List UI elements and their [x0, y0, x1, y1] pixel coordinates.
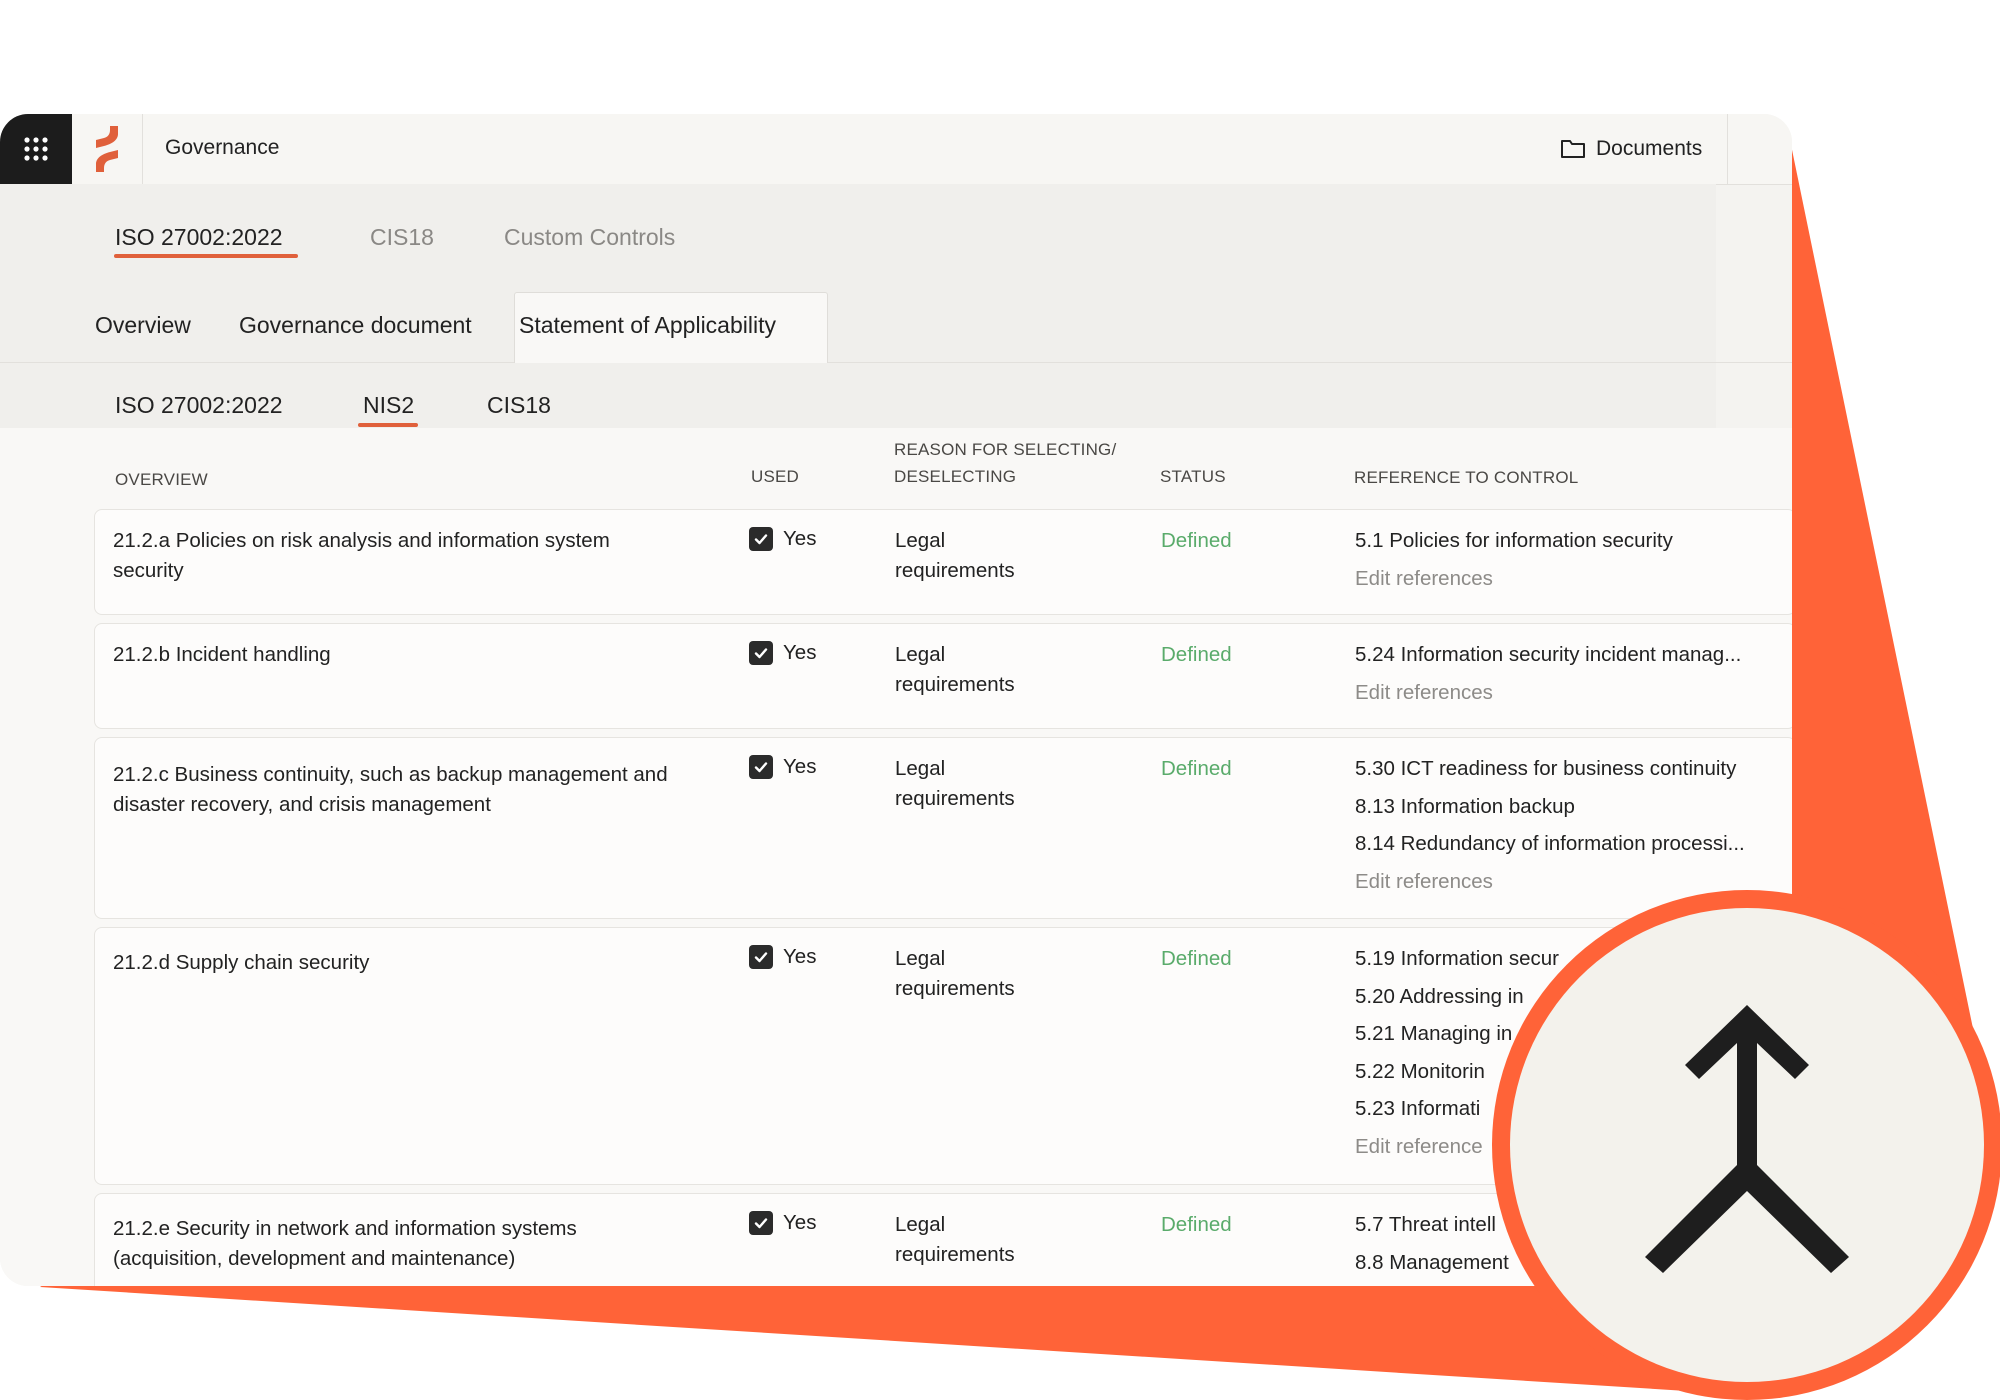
tab-statement-of-applicability[interactable]: Statement of Applicability [519, 312, 776, 339]
brand-logo-icon [96, 126, 118, 172]
used-label: Yes [783, 755, 817, 778]
row-used: Yes [749, 524, 816, 554]
brand-logo[interactable] [72, 114, 143, 184]
column-header-used: USED [751, 467, 800, 486]
column-header-reference: REFERENCE TO CONTROL [1354, 468, 1579, 487]
checkmark-icon [754, 762, 768, 773]
checkbox[interactable] [749, 641, 773, 665]
checkbox[interactable] [749, 945, 773, 969]
reference-link[interactable]: 5.30 ICT readiness for business continui… [1355, 754, 1775, 792]
active-tab-underline [114, 254, 298, 258]
reference-link[interactable]: 8.14 Redundancy of information processi.… [1355, 829, 1775, 867]
app-title: Governance [165, 136, 280, 159]
row-reason: Legal requirements [895, 529, 1015, 582]
checkmark-icon [754, 952, 768, 963]
row-overview: 21.2.b Incident handling [113, 643, 331, 666]
column-header-reason-line2: DESELECTING [894, 467, 1017, 486]
topbar-divider [1727, 114, 1728, 184]
column-header-reason: REASON FOR SELECTING/ DESELECTING [894, 436, 1116, 490]
row-used: Yes [749, 942, 816, 972]
row-references: 5.1 Policies for information security Ed… [1355, 526, 1775, 601]
top-bar: Governance Documents [0, 114, 1792, 185]
checkmark-icon [754, 534, 768, 545]
app-launcher-button[interactable] [0, 114, 72, 184]
tab-framework-iso[interactable]: ISO 27002:2022 [115, 224, 283, 251]
row-reason: Legal requirements [895, 1213, 1015, 1266]
row-reason: Legal requirements [895, 757, 1015, 810]
tab-framework-custom[interactable]: Custom Controls [504, 224, 675, 251]
row-overview: 21.2.e Security in network and informati… [113, 1217, 577, 1270]
tab-framework-cis18[interactable]: CIS18 [370, 224, 434, 251]
row-used: Yes [749, 752, 816, 782]
row-references: 5.24 Information security incident manag… [1355, 640, 1775, 715]
merge-arrow-icon [1645, 1005, 1849, 1273]
row-overview: 21.2.a Policies on risk analysis and inf… [113, 529, 610, 582]
reference-link[interactable]: 5.24 Information security incident manag… [1355, 640, 1775, 678]
active-soa-tab-underline [358, 423, 418, 427]
used-label: Yes [783, 945, 817, 968]
row-status: Defined [1161, 1213, 1232, 1236]
table-row[interactable]: 21.2.b Incident handling Yes Legal requi… [94, 623, 1792, 729]
section-tabs-baseline [0, 362, 1792, 363]
merge-badge [1510, 908, 1984, 1382]
row-used: Yes [749, 1208, 816, 1238]
folder-icon [1561, 140, 1585, 158]
column-header-reason-line1: REASON FOR SELECTING/ [894, 440, 1117, 459]
row-reason: Legal requirements [895, 947, 1015, 1000]
reference-link[interactable]: 5.1 Policies for information security [1355, 526, 1775, 564]
row-overview: 21.2.c Business continuity, such as back… [113, 763, 668, 816]
column-header-overview: OVERVIEW [115, 470, 208, 489]
row-used: Yes [749, 638, 816, 668]
edit-references-link[interactable]: Edit references [1355, 678, 1775, 716]
tab-soa-iso[interactable]: ISO 27002:2022 [115, 392, 283, 419]
checkmark-icon [754, 1218, 768, 1229]
row-status: Defined [1161, 757, 1232, 780]
row-references: 5.30 ICT readiness for business continui… [1355, 754, 1775, 904]
tab-overview[interactable]: Overview [95, 312, 191, 339]
row-reason: Legal requirements [895, 643, 1015, 696]
reference-link[interactable]: 8.13 Information backup [1355, 792, 1775, 830]
row-overview: 21.2.d Supply chain security [113, 951, 370, 974]
used-label: Yes [783, 641, 817, 664]
checkbox[interactable] [749, 527, 773, 551]
table-row[interactable]: 21.2.a Policies on risk analysis and inf… [94, 509, 1792, 615]
edit-references-link[interactable]: Edit references [1355, 564, 1775, 602]
documents-label: Documents [1596, 137, 1703, 160]
row-status: Defined [1161, 947, 1232, 970]
checkmark-icon [754, 648, 768, 659]
tab-soa-cis18[interactable]: CIS18 [487, 392, 551, 419]
grid-icon [24, 137, 48, 161]
table-row[interactable]: 21.2.c Business continuity, such as back… [94, 737, 1792, 919]
column-header-status: STATUS [1160, 467, 1226, 486]
checkbox[interactable] [749, 1211, 773, 1235]
row-status: Defined [1161, 643, 1232, 666]
checkbox[interactable] [749, 755, 773, 779]
documents-button[interactable]: Documents [1560, 132, 1702, 166]
used-label: Yes [783, 527, 817, 550]
row-status: Defined [1161, 529, 1232, 552]
tab-soa-nis2[interactable]: NIS2 [363, 392, 414, 419]
used-label: Yes [783, 1211, 817, 1234]
tab-governance-document[interactable]: Governance document [239, 312, 472, 339]
